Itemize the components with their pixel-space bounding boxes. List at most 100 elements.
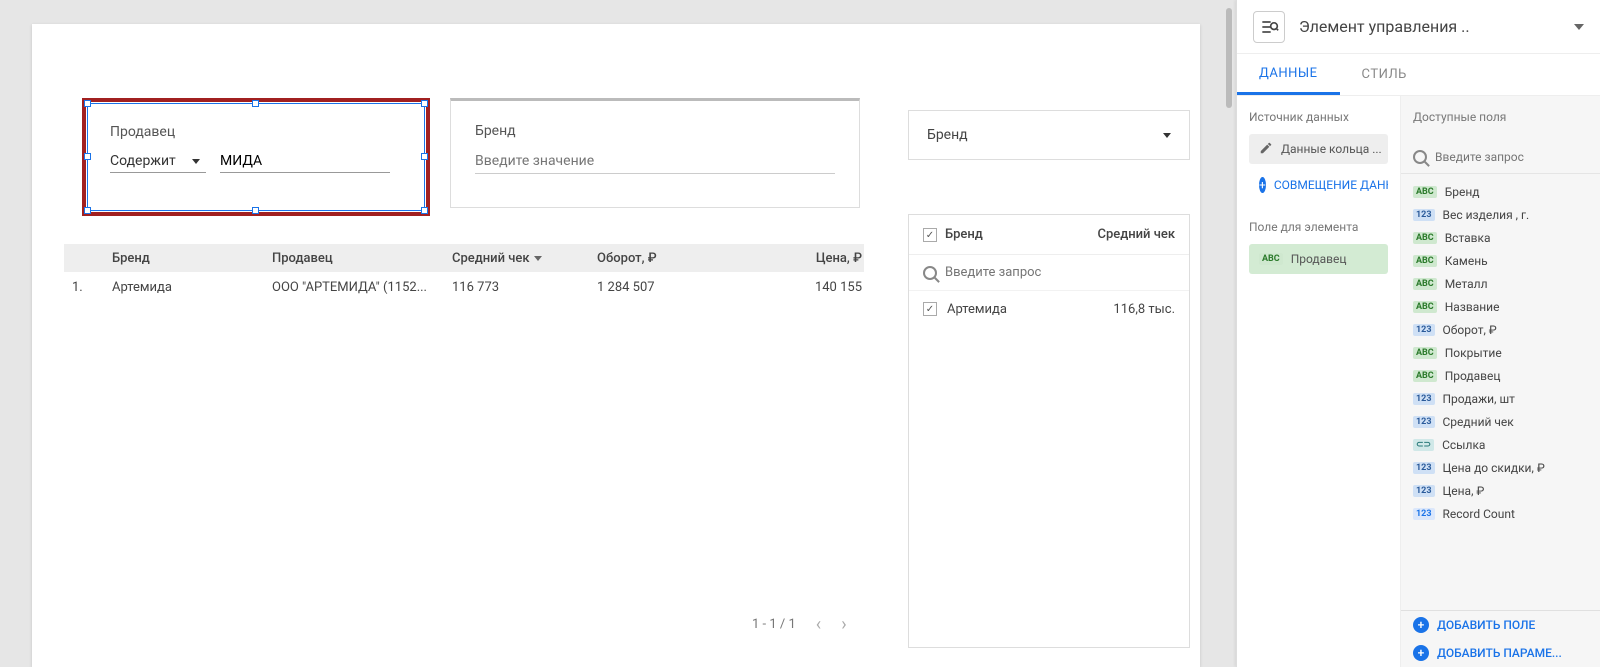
field-name: Покрытие <box>1445 346 1502 360</box>
brand-avg: 116,8 тыс. <box>1113 302 1175 317</box>
checkbox-all-icon[interactable]: ✓ <box>923 228 937 242</box>
field-name: Бренд <box>1445 185 1480 199</box>
tab-data[interactable]: ДАННЫЕ <box>1237 54 1340 95</box>
report-canvas[interactable]: Продавец Содержит Бренд Бренд Бренд Прод… <box>32 24 1200 667</box>
table-pager: 1 - 1 / 1 ‹ › <box>752 614 847 635</box>
scrollbar[interactable] <box>1226 8 1232 108</box>
filter-value-input[interactable] <box>475 149 835 174</box>
available-field-row[interactable]: 123Оборот, ₽ <box>1401 318 1600 341</box>
filter-control-seller-selected[interactable]: Продавец Содержит <box>82 98 430 216</box>
type-abc-icon: ABC <box>1413 370 1437 382</box>
available-field-row[interactable]: ⊂⊃Ссылка <box>1401 433 1600 456</box>
operator-value: Содержит <box>110 153 176 169</box>
type-number-icon: 123 <box>1413 393 1435 405</box>
type-abc-icon: ABC <box>1413 301 1437 313</box>
checkbox-icon[interactable]: ✓ <box>923 302 937 316</box>
available-field-row[interactable]: 123Вес изделия , г. <box>1401 203 1600 226</box>
field-name: Вставка <box>1445 231 1491 245</box>
section-data-source: Источник данных <box>1249 110 1388 124</box>
brand-list-item[interactable]: ✓ Артемида 116,8 тыс. <box>909 291 1189 327</box>
type-abc-icon: ABC <box>1413 255 1437 267</box>
available-field-row[interactable]: ABC Покрытие <box>1401 341 1600 364</box>
col-avg[interactable]: Средний чек <box>1097 227 1175 242</box>
cell-price: 140 155 <box>757 280 862 295</box>
brand-dropdown-control[interactable]: Бренд <box>908 110 1190 160</box>
type-abc-icon: ABC <box>1413 278 1437 290</box>
resize-handle[interactable] <box>84 100 91 107</box>
type-number-icon: 123 <box>1413 485 1435 497</box>
resize-handle[interactable] <box>421 153 428 160</box>
filter-control-brand[interactable]: Бренд <box>450 98 860 208</box>
available-field-row[interactable]: ABCНазвание <box>1401 295 1600 318</box>
col-price[interactable]: Цена, ₽ <box>757 251 862 266</box>
field-name: Продавец <box>1445 369 1501 383</box>
data-table[interactable]: Бренд Продавец Средний чек Оборот, ₽ Цен… <box>64 244 864 302</box>
resize-handle[interactable] <box>252 207 259 214</box>
search-icon <box>1413 150 1427 164</box>
prev-page-button[interactable]: ‹ <box>816 614 821 635</box>
resize-handle[interactable] <box>421 100 428 107</box>
col-brand[interactable]: Бренд <box>945 227 1097 242</box>
chevron-down-icon <box>1163 133 1171 138</box>
tab-style[interactable]: СТИЛЬ <box>1340 54 1429 95</box>
properties-panel: Элемент управления .. ДАННЫЕ СТИЛЬ Источ… <box>1236 0 1600 667</box>
brand-filter-list[interactable]: ✓ Бренд Средний чек ✓ Артемида 116,8 тыс… <box>908 214 1190 648</box>
brand-search-input[interactable] <box>945 265 1175 280</box>
available-field-row[interactable]: ABC Металл <box>1401 272 1600 295</box>
available-field-row[interactable]: 123Цена, ₽ <box>1401 479 1600 502</box>
plus-icon: + <box>1259 177 1266 193</box>
field-name: Record Count <box>1443 507 1515 521</box>
add-field-button[interactable]: +ДОБАВИТЬ ПОЛЕ <box>1401 611 1600 639</box>
type-abc-icon: ABC <box>1259 253 1283 265</box>
type-number-icon: 123 <box>1413 462 1435 474</box>
resize-handle[interactable] <box>252 100 259 107</box>
field-name: Средний чек <box>1443 415 1514 429</box>
section-available-fields: Доступные поля <box>1401 96 1600 130</box>
next-page-button[interactable]: › <box>841 614 846 635</box>
resize-handle[interactable] <box>421 207 428 214</box>
pencil-icon <box>1259 141 1273 158</box>
available-field-row[interactable]: 123 Продажи, шт <box>1401 387 1600 410</box>
panel-title: Элемент управления .. <box>1299 17 1560 36</box>
type-number-icon: 123 <box>1413 209 1435 221</box>
field-name: Металл <box>1445 277 1488 291</box>
operator-select[interactable]: Содержит <box>110 150 206 173</box>
chevron-down-icon <box>192 159 200 164</box>
filter-value-input[interactable] <box>220 150 390 173</box>
expand-chevron-icon[interactable] <box>1574 24 1584 30</box>
data-source-name: Данные кольца ... <box>1281 142 1382 156</box>
type-number-icon: 123 <box>1413 508 1435 520</box>
resize-handle[interactable] <box>84 207 91 214</box>
field-name: Продавец <box>1291 252 1347 266</box>
row-index: 1. <box>64 280 112 295</box>
cell-brand: Артемида <box>112 280 272 295</box>
resize-handle[interactable] <box>84 153 91 160</box>
available-field-row[interactable]: 123 Цена до скидки, ₽ <box>1401 456 1600 479</box>
fields-search-input[interactable] <box>1435 150 1591 164</box>
add-parameter-button[interactable]: +ДОБАВИТЬ ПАРАМЕ... <box>1401 639 1600 667</box>
available-field-row[interactable]: ABCБренд <box>1401 180 1600 203</box>
col-turnover[interactable]: Оборот, ₽ <box>597 251 757 266</box>
cell-turnover: 1 284 507 <box>597 280 757 295</box>
control-field-chip[interactable]: ABC Продавец <box>1249 244 1388 274</box>
available-field-row[interactable]: 123 Record Count <box>1401 502 1600 525</box>
type-abc-icon: ABC <box>1413 347 1437 359</box>
field-name: Продажи, шт <box>1443 392 1515 406</box>
pager-text: 1 - 1 / 1 <box>752 617 796 632</box>
col-brand[interactable]: Бренд <box>112 251 272 266</box>
col-avg[interactable]: Средний чек <box>452 251 597 266</box>
col-seller[interactable]: Продавец <box>272 251 452 266</box>
blend-data-button[interactable]: + СОВМЕЩЕНИЕ ДАНН ? <box>1249 170 1388 200</box>
available-field-row[interactable]: ABC Продавец <box>1401 364 1600 387</box>
sort-desc-icon <box>534 256 542 261</box>
available-field-row[interactable]: 123 Средний чек <box>1401 410 1600 433</box>
table-row[interactable]: 1. Артемида ООО "АРТЕМИДА" (1152... 116 … <box>64 272 864 302</box>
available-field-row[interactable]: ABCКамень <box>1401 249 1600 272</box>
search-icon <box>923 266 937 280</box>
available-field-row[interactable]: ABCВставка <box>1401 226 1600 249</box>
section-control-field: Поле для элемента <box>1249 220 1388 234</box>
field-name: Цена до скидки, ₽ <box>1443 461 1545 475</box>
data-source-chip[interactable]: Данные кольца ... <box>1249 134 1388 164</box>
type-number-icon: 123 <box>1413 416 1435 428</box>
filter-label: Бренд <box>475 123 516 139</box>
